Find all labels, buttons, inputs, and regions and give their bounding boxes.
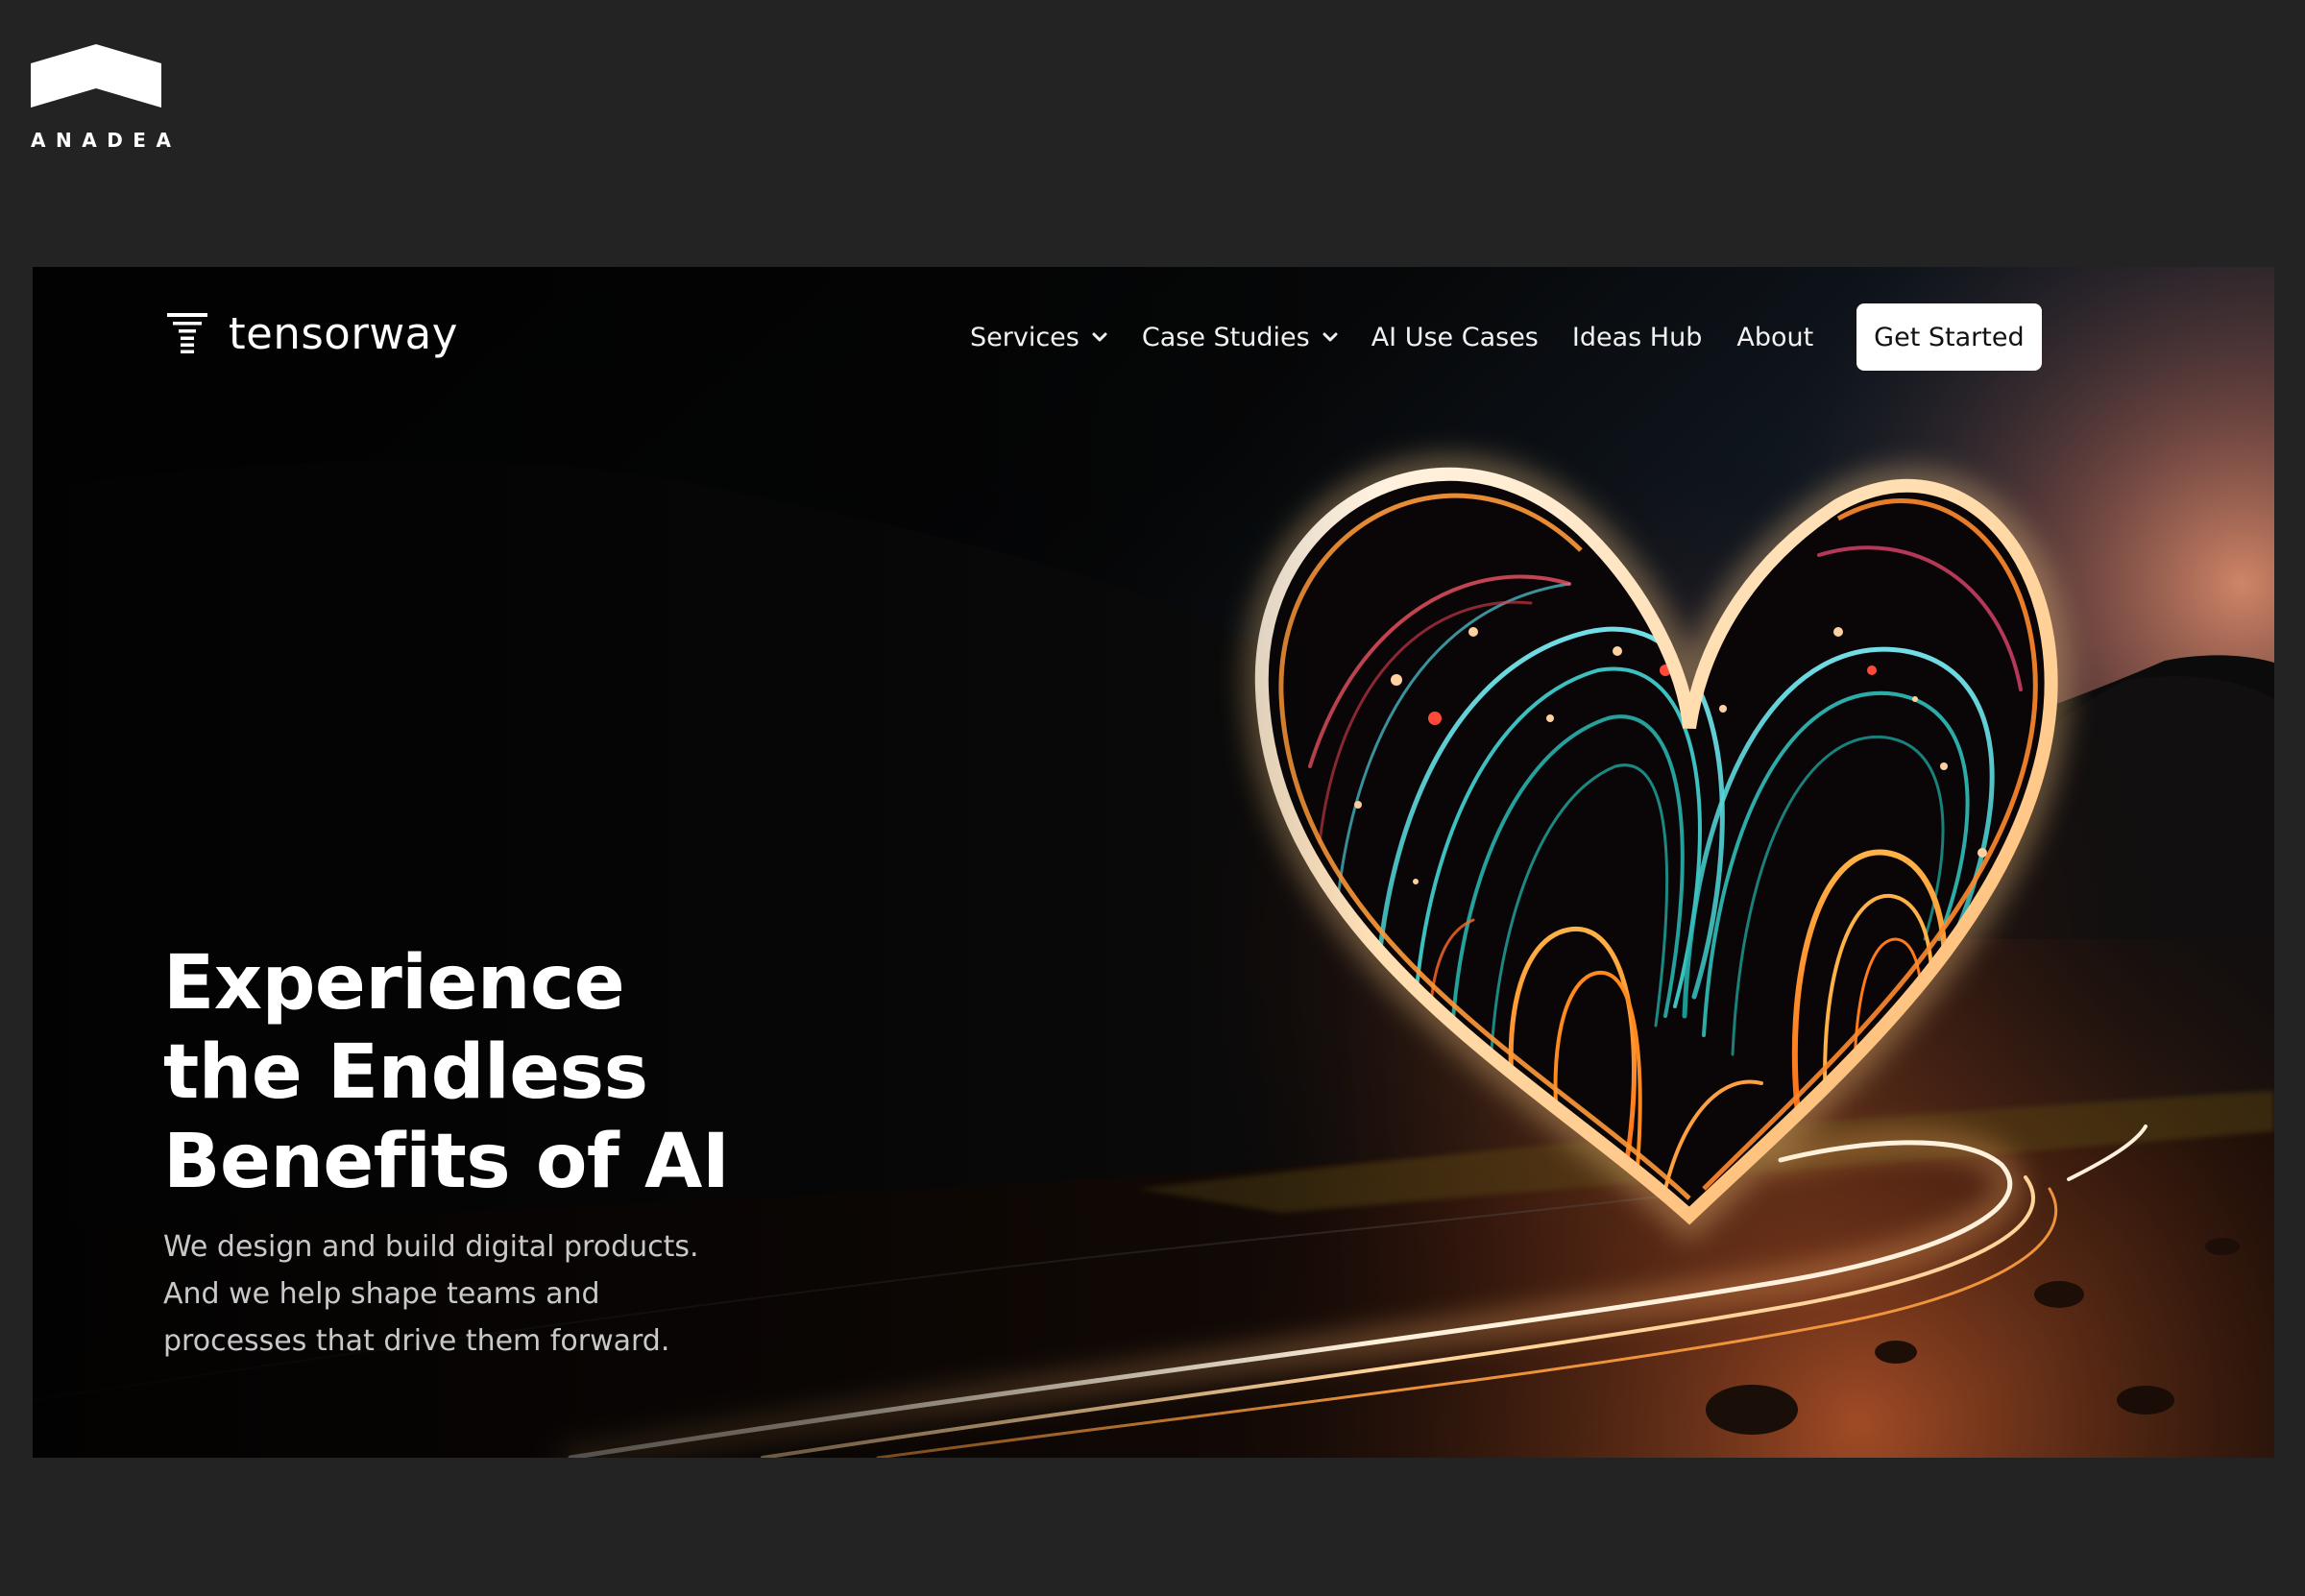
page: ANADEA tensorway Services Case Studies A… [0, 0, 2305, 1596]
hero-subtitle-line: We design and build digital products. [163, 1230, 699, 1264]
hero-title-line: Benefits of AI [163, 1119, 730, 1205]
website-frame: tensorway Services Case Studies AI Use C… [33, 267, 2274, 1458]
nav-item-ai-use-cases[interactable]: AI Use Cases [1371, 323, 1539, 352]
site-logo-text: tensorway [229, 307, 458, 359]
hero-subtitle-line: processes that drive them forward. [163, 1324, 670, 1358]
site-logo[interactable]: tensorway [167, 309, 458, 357]
nav-item-label: AI Use Cases [1371, 322, 1539, 352]
nav-item-about[interactable]: About [1736, 323, 1813, 352]
hero-title-line: Experience [163, 940, 625, 1027]
get-started-button[interactable]: Get Started [1856, 303, 2042, 371]
anadea-wordmark: ANADEA [31, 129, 182, 152]
main-nav: Services Case Studies AI Use Cases Ideas… [970, 303, 2042, 371]
layered-t-logo-icon [167, 313, 207, 353]
chevron-down-icon [1322, 332, 1338, 342]
nav-item-label: Services [970, 322, 1080, 352]
house-roof-icon [31, 44, 161, 108]
hero-title: Experience the Endless Benefits of AI [163, 939, 730, 1207]
hero-title-line: the Endless [163, 1029, 648, 1116]
nav-item-label: About [1736, 322, 1814, 352]
hero-subtitle: We design and build digital products. An… [163, 1223, 699, 1365]
nav-item-ideas-hub[interactable]: Ideas Hub [1572, 323, 1702, 352]
nav-item-label: Ideas Hub [1571, 322, 1703, 352]
hero-subtitle-line: And we help shape teams and [163, 1277, 600, 1311]
nav-item-label: Case Studies [1141, 322, 1310, 352]
nav-item-case-studies[interactable]: Case Studies [1142, 323, 1338, 352]
chevron-down-icon [1092, 332, 1107, 342]
nav-item-services[interactable]: Services [970, 323, 1107, 352]
